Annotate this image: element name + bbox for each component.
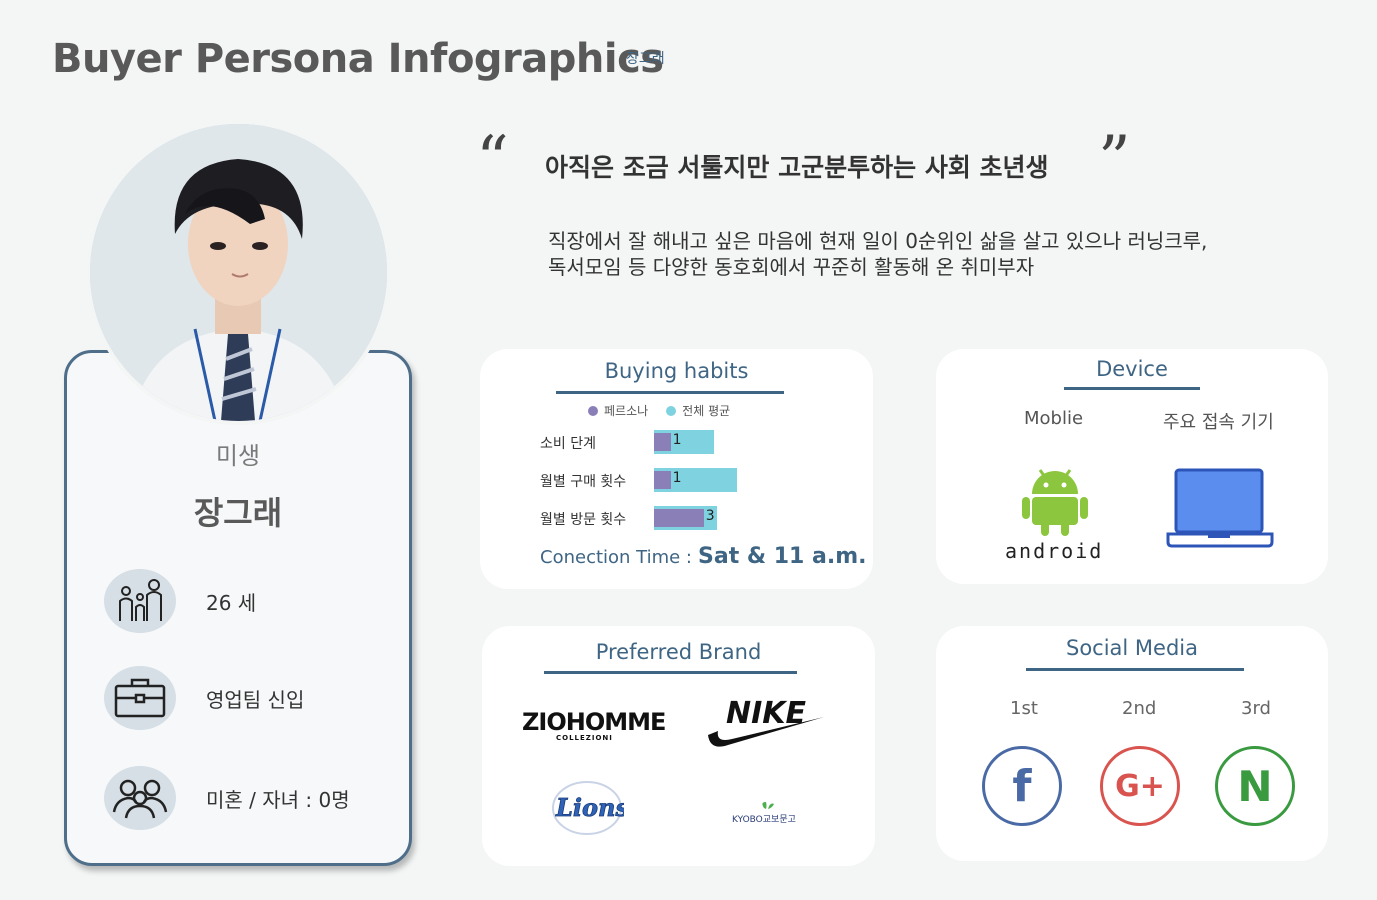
- buying-habits-rule: [556, 391, 784, 394]
- rank-2: 2nd: [1122, 698, 1157, 719]
- bar-category-label: 월별 방문 횟수: [540, 512, 627, 528]
- rank-3: 3rd: [1241, 698, 1271, 719]
- buying-habits-title: Buying habits: [604, 359, 749, 383]
- bar-persona: [654, 509, 704, 527]
- legend-persona-label: 페르소나: [604, 404, 649, 418]
- close-quote-icon: ”: [1098, 123, 1131, 197]
- device-main-label: 주요 접속 기기: [1163, 412, 1274, 433]
- brand-ziohomme: ZIOHOMME: [522, 708, 666, 736]
- connection-time: Conection Time : Sat & 11 a.m.: [540, 544, 866, 569]
- family-icon: [104, 569, 176, 633]
- device-title: Device: [1096, 357, 1168, 381]
- family-text: 미혼 / 자녀 : 0명: [206, 787, 350, 812]
- legend-persona: 페르소나: [588, 402, 648, 419]
- persona-description: 직장에서 잘 해내고 싶은 마음에 현재 일이 0순위인 삶을 살고 있으나 러…: [548, 228, 1207, 280]
- google-plus-icon[interactable]: G+: [1100, 746, 1180, 826]
- legend-average: 전체 평균: [666, 402, 730, 419]
- group-icon: [104, 766, 176, 830]
- brand-title: Preferred Brand: [595, 640, 762, 664]
- bar-category-label: 소비 단계: [540, 436, 596, 452]
- age-text: 26 세: [206, 590, 257, 615]
- bar-persona: [654, 471, 671, 489]
- page-title: Buyer Persona Infographics: [52, 36, 664, 82]
- chart-legend: 페르소나 전체 평균: [588, 402, 730, 419]
- brand-ziohomme-sub: COLLEZIONI: [556, 734, 613, 742]
- description-line-2: 독서모임 등 다양한 동호회에서 꾸준히 활동해 온 취미부자: [548, 255, 1035, 279]
- social-rule: [1026, 668, 1244, 671]
- page-subtitle: 장그래: [626, 51, 665, 67]
- android-wordmark: android: [1005, 539, 1104, 563]
- kyobo-wordmark: KYOBO교보문고: [732, 814, 796, 825]
- bar-category-label: 월별 구매 횟수: [540, 474, 627, 490]
- rank-1: 1st: [1010, 698, 1038, 719]
- job-text: 영업팀 신입: [206, 687, 305, 712]
- lions-wordmark: Lions: [555, 793, 624, 822]
- facebook-icon[interactable]: f: [982, 746, 1062, 826]
- bar-value-label: 3: [705, 508, 715, 524]
- android-icon: [1020, 462, 1090, 540]
- legend-average-label: 전체 평균: [682, 404, 731, 418]
- nike-wordmark: NIKE: [726, 696, 807, 731]
- bar-persona: [654, 433, 671, 451]
- connection-label: Conection Time :: [540, 547, 692, 568]
- social-title: Social Media: [1065, 636, 1198, 660]
- device-rule: [1064, 387, 1200, 390]
- age-row: 26 세: [104, 569, 256, 633]
- persona-headline: 아직은 조금 서툴지만 고군분투하는 사회 초년생: [545, 153, 1049, 182]
- brand-nike: NIKE: [706, 695, 828, 755]
- description-line-1: 직장에서 잘 해내고 싶은 마음에 현재 일이 0순위인 삶을 살고 있으나 러…: [548, 229, 1208, 253]
- brand-lions: Lions: [550, 780, 630, 840]
- connection-value: Sat & 11 a.m.: [698, 544, 867, 569]
- naver-icon[interactable]: N: [1215, 746, 1295, 826]
- social-panel: Social Media: [936, 626, 1328, 861]
- avatar: [90, 124, 387, 421]
- bar-value-label: 1: [672, 432, 682, 448]
- device-mobile-label: Moblie: [1024, 408, 1084, 429]
- job-row: 영업팀 신입: [104, 666, 304, 730]
- brand-rule: [544, 671, 797, 674]
- laptop-icon: [1166, 466, 1274, 554]
- open-quote-icon: “: [476, 123, 509, 197]
- family-row: 미혼 / 자녀 : 0명: [104, 766, 350, 830]
- persona-role: 미생: [215, 442, 261, 470]
- brand-kyobo: KYOBO교보문고: [732, 800, 802, 830]
- bar-value-label: 1: [672, 470, 682, 486]
- briefcase-icon: [104, 666, 176, 730]
- persona-name: 장그래: [193, 494, 283, 532]
